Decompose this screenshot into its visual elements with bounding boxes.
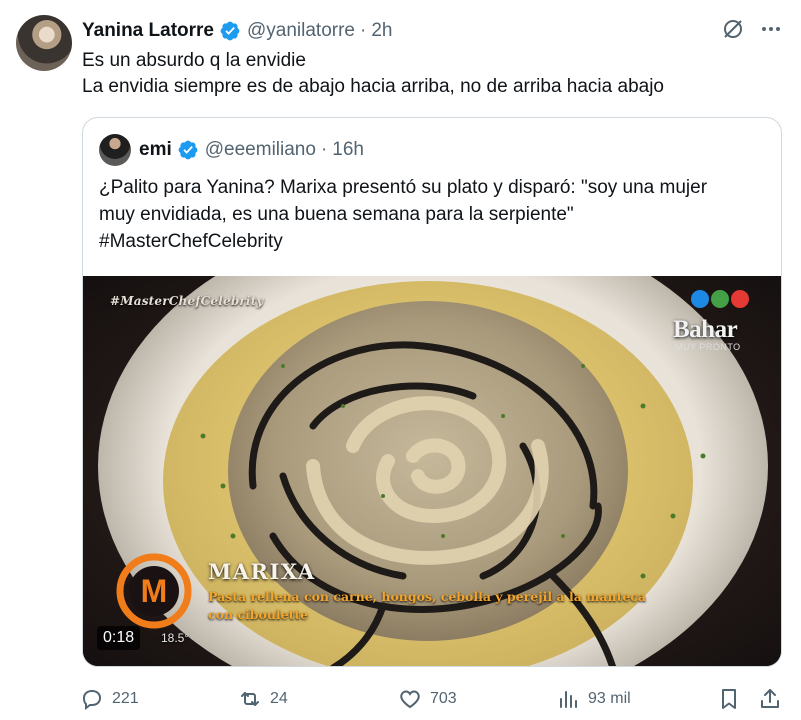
separator-dot: · xyxy=(360,20,367,41)
grok-icon[interactable] xyxy=(720,16,746,42)
video-duration: 0:18 xyxy=(97,626,141,650)
video-player[interactable]: #MasterChefCelebrity Bahar MUY PRONTO M … xyxy=(83,276,781,666)
like-count: 703 xyxy=(430,690,457,707)
quote-hashtag[interactable]: #MasterChefCelebrity xyxy=(99,228,769,255)
share-icon xyxy=(761,689,779,708)
temperature-overlay: 18.5° xyxy=(161,631,190,645)
tweet-line: La envidia siempre es de abajo hacia arr… xyxy=(82,76,664,97)
logo-letter: M xyxy=(141,573,168,609)
quoted-tweet[interactable]: emi @eeemiliano · 16h ¿Palito para Yanin… xyxy=(82,117,782,667)
post-time[interactable]: 2h xyxy=(371,20,392,42)
dish-line: Pasta rellena con carne, hongos, cebolla… xyxy=(208,589,647,604)
author-handle[interactable]: @yanilatorre xyxy=(247,20,355,42)
verified-badge-icon xyxy=(178,140,198,160)
tweet-text: Es un absurdo q la envidie La envidia si… xyxy=(82,48,664,100)
separator-dot: · xyxy=(320,139,328,160)
reply-icon xyxy=(82,689,102,710)
promo-title: Bahar xyxy=(673,316,738,343)
like-button[interactable]: 703 xyxy=(398,686,457,712)
repost-count: 24 xyxy=(270,690,288,707)
more-icon[interactable] xyxy=(758,16,784,42)
repost-icon xyxy=(241,692,259,706)
reply-button[interactable]: 221 xyxy=(80,686,139,712)
channel-logo xyxy=(691,290,749,308)
channel-dot-blue xyxy=(691,290,709,308)
quote-text: ¿Palito para Yanina? Marixa presentó su … xyxy=(99,174,769,255)
repost-button[interactable]: 24 xyxy=(238,686,288,712)
views-button[interactable]: 93 mil xyxy=(556,686,631,712)
video-hashtag-overlay: #MasterChefCelebrity xyxy=(110,294,264,308)
channel-dot-red xyxy=(731,290,749,308)
masterchef-logo-icon: M xyxy=(115,552,193,630)
quote-author-handle[interactable]: @eeemiliano xyxy=(205,139,316,161)
verified-badge-icon xyxy=(220,21,240,41)
quote-line: ¿Palito para Yanina? Marixa presentó su … xyxy=(99,177,708,198)
like-icon xyxy=(400,690,420,709)
views-icon xyxy=(560,691,577,708)
quote-avatar[interactable] xyxy=(99,134,131,166)
participant-name: MARIXA xyxy=(208,559,316,584)
tweet-header: Yanina Latorre @yanilatorre · 2h xyxy=(82,18,392,44)
quote-header: emi @eeemiliano · 16h xyxy=(99,134,364,166)
action-bar: 221 24 703 93 mil xyxy=(80,686,785,712)
quote-author-name[interactable]: emi xyxy=(139,139,172,161)
dish-description: Pasta rellena con carne, hongos, cebolla… xyxy=(208,588,728,624)
author-avatar[interactable] xyxy=(16,15,72,71)
quote-line: muy envidiada, es una buena semana para … xyxy=(99,204,574,225)
dish-line: con ciboulette xyxy=(208,607,309,622)
share-button[interactable] xyxy=(758,686,790,712)
quote-time[interactable]: 16h xyxy=(332,139,364,161)
channel-dot-green xyxy=(711,290,729,308)
bookmark-button[interactable] xyxy=(717,686,749,712)
top-actions xyxy=(720,16,784,42)
reply-count: 221 xyxy=(112,690,139,707)
author-name[interactable]: Yanina Latorre xyxy=(82,20,214,42)
bookmark-icon xyxy=(722,689,736,709)
views-count: 93 mil xyxy=(588,690,631,707)
promo-subtitle: MUY PRONTO xyxy=(675,342,741,352)
tweet-line: Es un absurdo q la envidie xyxy=(82,50,306,71)
